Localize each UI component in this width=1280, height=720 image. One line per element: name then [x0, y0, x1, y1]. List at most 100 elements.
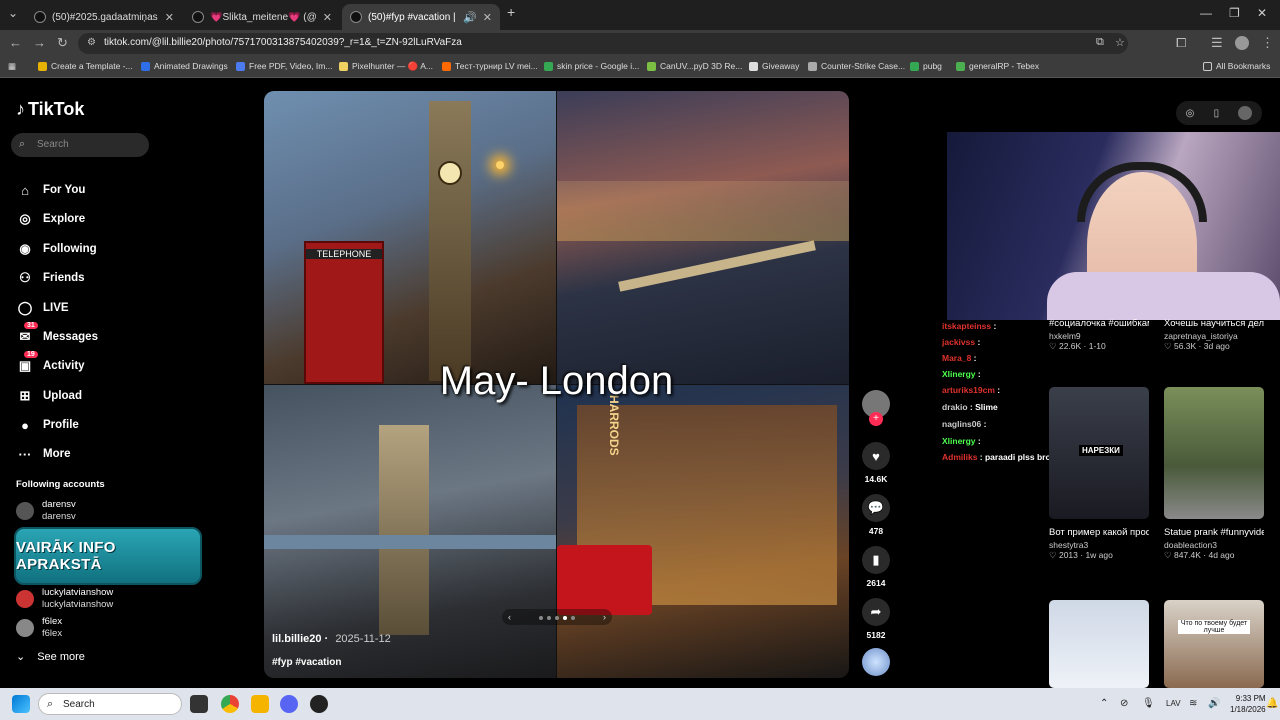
- bookmark-item[interactable]: Pixelhunter — 🔴 A...: [339, 61, 433, 72]
- comment-action[interactable]: 💬 478: [862, 494, 890, 536]
- account-luckylatvianshow[interactable]: luckylatvianshow luckylatvianshow: [16, 587, 113, 611]
- close-tab-icon[interactable]: ✕: [165, 11, 174, 24]
- show-hidden-icons[interactable]: ⌃: [1100, 698, 1108, 709]
- bookmark-item[interactable]: Animated Drawings: [141, 61, 228, 71]
- post-author[interactable]: lil.billie20 · 2025-11-12: [272, 633, 391, 645]
- creator-avatar-button[interactable]: +: [862, 390, 890, 426]
- bookmark-star-icon[interactable]: ☆: [1115, 36, 1125, 49]
- music-disc[interactable]: [862, 648, 890, 676]
- bookmark-item[interactable]: Counter-Strike Case...: [808, 61, 905, 71]
- card-title[interactable]: Хочешь научиться делать такие...: [1164, 316, 1264, 331]
- sidebar-item-messages[interactable]: ✉ 31 Messages: [16, 322, 98, 347]
- card-title[interactable]: Вот пример какой профит я получи...: [1049, 525, 1149, 540]
- restore-icon[interactable]: ❐: [1229, 6, 1240, 20]
- card-author[interactable]: zapretnaya_istoriya: [1164, 331, 1264, 341]
- extensions-icon[interactable]: ⧠: [1176, 35, 1186, 51]
- language-indicator[interactable]: LAV: [1166, 699, 1181, 708]
- bookmark-icon[interactable]: ▮: [862, 546, 890, 574]
- card-thumbnail[interactable]: НАРЕЗКИ: [1049, 387, 1149, 519]
- account-f6lex[interactable]: f6lex f6lex: [16, 616, 62, 640]
- card-author[interactable]: doableaction3: [1164, 540, 1264, 550]
- tiktok-logo[interactable]: ♪ TikTok: [16, 99, 84, 120]
- network-icon[interactable]: ⊘: [1120, 698, 1128, 709]
- sidebar-item-more[interactable]: ··· More: [16, 444, 71, 464]
- back-icon[interactable]: ←: [9, 35, 22, 50]
- bookmark-item[interactable]: pubg: [910, 61, 942, 71]
- tab-2[interactable]: 💗Slikta_meitene💗 (@slikta_m ✕: [184, 4, 340, 30]
- video-card[interactable]: Что по твоему будет лучше: [1164, 600, 1264, 688]
- tab-3-active[interactable]: (50)#fyp #vacation | TikTok 🔊 ✕: [342, 4, 500, 30]
- follow-plus-icon[interactable]: +: [869, 412, 883, 426]
- carousel-controls[interactable]: ‹ ›: [502, 609, 612, 625]
- sidebar-item-live[interactable]: ◯ LIVE: [16, 298, 69, 318]
- card-title[interactable]: Statue prank #funnyvideos...: [1164, 525, 1264, 540]
- sidebar-item-for-you[interactable]: ⌂ For You: [16, 180, 85, 200]
- bookmark-item[interactable]: Create a Template -...: [38, 61, 133, 71]
- windows-start-icon[interactable]: [12, 695, 30, 713]
- close-window-icon[interactable]: ✕: [1257, 6, 1267, 20]
- share-action[interactable]: ➦ 5182: [862, 598, 890, 640]
- card-author[interactable]: shestytra3: [1049, 540, 1149, 550]
- mute-tab-icon[interactable]: 🔊: [463, 11, 477, 24]
- bookmark-item[interactable]: generalRP - Tebex: [956, 61, 1039, 71]
- file-explorer-icon[interactable]: [251, 695, 269, 713]
- task-view-icon[interactable]: [190, 695, 208, 713]
- close-tab-icon[interactable]: ✕: [483, 11, 492, 24]
- chrome-icon[interactable]: [221, 695, 239, 713]
- bookmark-item[interactable]: Giveaway: [749, 61, 799, 71]
- music-disc-icon[interactable]: [862, 648, 890, 676]
- sidebar-item-activity[interactable]: ▣ 19 Activity: [16, 351, 85, 376]
- comment-icon[interactable]: 💬: [862, 494, 890, 522]
- sidebar-item-explore[interactable]: ◎ Explore: [16, 209, 85, 229]
- reading-list-icon[interactable]: ☰: [1211, 35, 1223, 51]
- save-action[interactable]: ▮ 2614: [862, 546, 890, 588]
- site-info-icon[interactable]: ⚙: [87, 37, 96, 48]
- forward-icon[interactable]: →: [33, 35, 46, 50]
- search-input[interactable]: ⌕ Search: [11, 133, 149, 157]
- address-bar[interactable]: ⚙ tiktok.com/@lil.billie20/photo/7571700…: [78, 33, 1128, 54]
- new-tab-icon[interactable]: +: [507, 4, 515, 20]
- minimize-icon[interactable]: —: [1200, 6, 1212, 20]
- microphone-icon[interactable]: 🎙: [1142, 698, 1155, 709]
- clock[interactable]: 9:33 PM 1/18/2026: [1230, 693, 1266, 715]
- card-title[interactable]: #социалочка #ошибкамолодо...: [1049, 316, 1149, 331]
- reload-icon[interactable]: ↻: [57, 35, 68, 51]
- bookmark-item[interactable]: CanUV...pyD 3D Re...: [647, 61, 742, 71]
- video-card[interactable]: НАРЕЗКИ Вот пример какой профит я получи…: [1049, 387, 1149, 561]
- sidebar-item-profile[interactable]: ● Profile: [16, 415, 79, 435]
- sidebar-item-friends[interactable]: ⚇ Friends: [16, 268, 84, 288]
- video-card[interactable]: Statue prank #funnyvideos... doableactio…: [1164, 387, 1264, 561]
- card-thumbnail[interactable]: Что по твоему будет лучше: [1164, 600, 1264, 688]
- all-bookmarks-folder[interactable]: All Bookmarks: [1203, 61, 1270, 71]
- video-card[interactable]: Хочешь научиться делать такие... zapretn…: [1164, 316, 1264, 352]
- close-tab-icon[interactable]: ✕: [323, 11, 332, 24]
- share-icon[interactable]: ➦: [862, 598, 890, 626]
- carousel-prev-icon[interactable]: ‹: [508, 612, 511, 622]
- bookmark-item[interactable]: Тест-турнир LV mei...: [442, 61, 538, 71]
- account-darensv[interactable]: darensv darensv: [16, 499, 76, 523]
- photo-post[interactable]: TELEPHONE HARRODS May- London ‹ › lil.bi…: [264, 91, 849, 678]
- user-avatar-icon[interactable]: [1238, 106, 1253, 120]
- card-thumbnail[interactable]: [1164, 387, 1264, 519]
- video-card[interactable]: #социалочка #ошибкамолодо... hxkelm9 ♡ 2…: [1049, 316, 1149, 352]
- obs-icon[interactable]: [310, 695, 328, 713]
- volume-icon[interactable]: 🔊: [1208, 698, 1220, 709]
- discord-icon[interactable]: [280, 695, 298, 713]
- tab-1[interactable]: (50)#2025.gadaatmiņas | TikTok ✕: [26, 4, 182, 30]
- heart-icon[interactable]: ♥: [862, 442, 890, 470]
- notifications-icon[interactable]: 🔔: [1266, 698, 1278, 709]
- bookmark-item[interactable]: skin price - Google i...: [544, 61, 639, 71]
- post-hashtags[interactable]: #fyp #vacation: [272, 657, 341, 668]
- coin-icon[interactable]: ◎: [1186, 108, 1195, 119]
- sidebar-item-upload[interactable]: ⊞ Upload: [16, 386, 82, 406]
- card-thumbnail[interactable]: [1049, 600, 1149, 688]
- bookmark-item[interactable]: Free PDF, Video, Im...: [236, 61, 332, 71]
- chrome-menu-icon[interactable]: ⋮: [1261, 35, 1274, 51]
- video-card[interactable]: [1049, 600, 1149, 688]
- like-action[interactable]: ♥ 14.6K: [862, 442, 890, 484]
- see-more-link[interactable]: ⌄ See more: [16, 650, 85, 664]
- taskbar-search[interactable]: ⌕ Search: [38, 693, 182, 715]
- tab-search-icon[interactable]: ⌄: [8, 6, 18, 20]
- cast-icon[interactable]: ⧉: [1096, 36, 1104, 49]
- wifi-icon[interactable]: ≋: [1189, 698, 1197, 709]
